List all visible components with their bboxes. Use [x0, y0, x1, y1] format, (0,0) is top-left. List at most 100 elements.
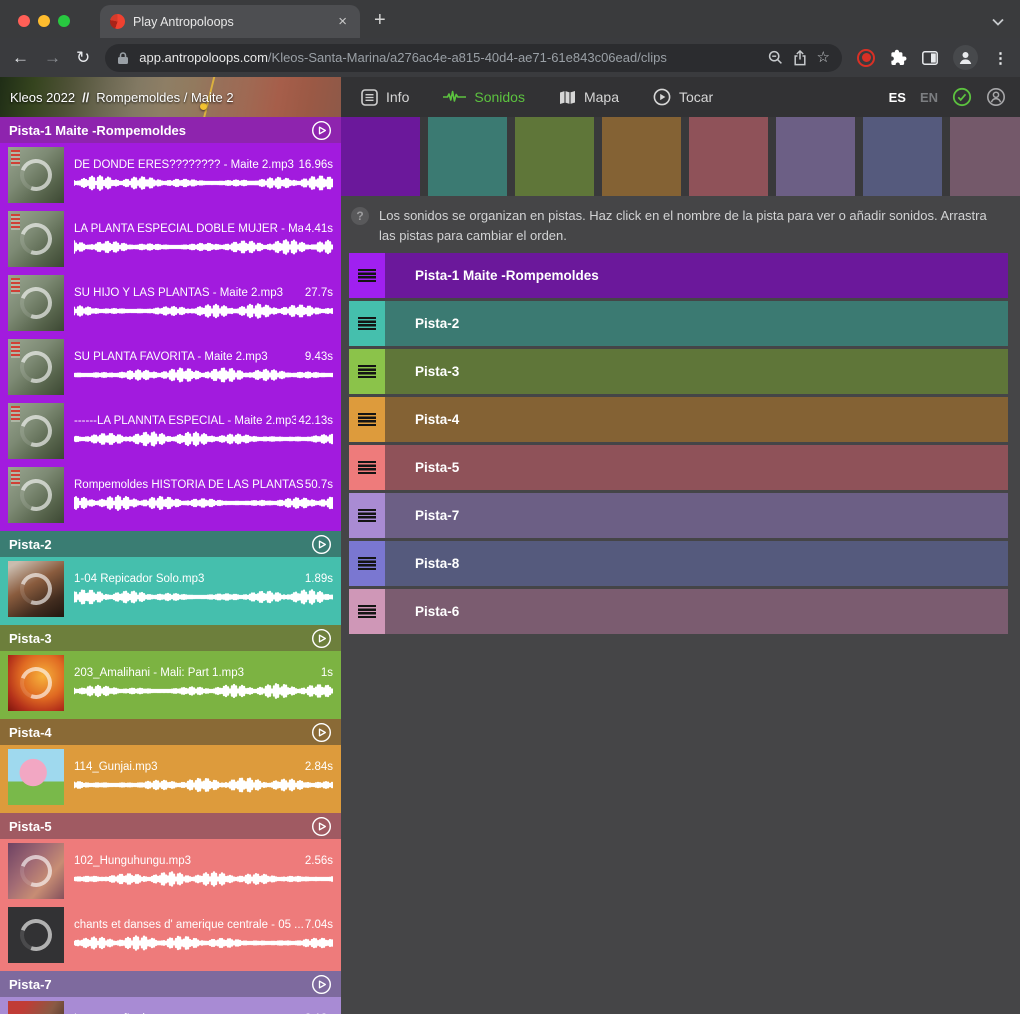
breadcrumb-session[interactable]: Rompemoldes / Maite 2	[96, 90, 233, 105]
clip-item[interactable]: LA PLANTA ESPECIAL DOBLE MUJER - Mai...4…	[0, 207, 341, 271]
new-tab-button[interactable]: +	[374, 10, 386, 30]
clip-body: 203_Amalihani - Mali: Part 1.mp31s	[74, 667, 333, 699]
clip-body: 1-04 Repicador Solo.mp31.89s	[74, 573, 333, 605]
clip-item[interactable]: SU HIJO Y LAS PLANTAS - Maite 2.mp327.7s	[0, 271, 341, 335]
track-row-label: Pista-7	[415, 508, 459, 523]
track-header[interactable]: Pista-5	[0, 813, 341, 839]
app-nav-bar: Kleos 2022 // Rompemoldes / Maite 2 Info…	[0, 77, 1020, 117]
drag-handle[interactable]	[349, 253, 385, 298]
tab-tocar[interactable]: Tocar	[653, 88, 713, 106]
extensions-puzzle-icon[interactable]	[890, 49, 907, 66]
drag-handle[interactable]	[349, 397, 385, 442]
track-header[interactable]: Pista-4	[0, 719, 341, 745]
check-circle-icon[interactable]	[952, 87, 972, 107]
clip-thumbnail	[8, 843, 64, 899]
tab-info-label: Info	[386, 89, 409, 105]
track-name: Pista-4	[9, 725, 311, 740]
close-window-button[interactable]	[18, 15, 30, 27]
tab-info[interactable]: Info	[361, 89, 409, 106]
bookmark-star-icon[interactable]: ☆	[817, 50, 830, 65]
clip-item[interactable]: chants et danses d' amerique centrale - …	[0, 903, 341, 967]
track-row[interactable]: Pista-6	[349, 589, 1008, 634]
clip-body: LA PLANTA ESPECIAL DOBLE MUJER - Mai...4…	[74, 223, 333, 255]
track-row[interactable]: Pista-1 Maite -Rompemoldes	[349, 253, 1008, 298]
clip-thumbnail	[8, 467, 64, 523]
clip-item[interactable]: Rompemoldes HISTORIA DE LAS PLANTAS...50…	[0, 463, 341, 527]
drag-handle-icon	[358, 269, 376, 282]
info-list-icon	[361, 89, 378, 106]
track-play-button[interactable]	[311, 628, 332, 649]
track-play-button[interactable]	[311, 534, 332, 555]
side-panel-icon[interactable]	[922, 51, 938, 65]
track-header[interactable]: Pista-1 Maite -Rompemoldes	[0, 117, 341, 143]
clip-item[interactable]: Las castañuelas3.13s	[0, 997, 341, 1014]
back-button[interactable]: ←	[12, 49, 29, 66]
sidebar-track-section: Pista-1 Maite -RompemoldesDE DONDE ERES?…	[0, 117, 341, 531]
track-play-button[interactable]	[311, 120, 332, 141]
track-play-button[interactable]	[311, 722, 332, 743]
record-extension-icon[interactable]	[857, 49, 875, 67]
track-header[interactable]: Pista-3	[0, 625, 341, 651]
track-row-label: Pista-1 Maite -Rompemoldes	[415, 268, 599, 283]
sidebar-track-section: Pista-7Las castañuelas3.13s	[0, 971, 341, 1014]
drag-handle[interactable]	[349, 301, 385, 346]
clip-item[interactable]: 114_Gunjai.mp32.84s	[0, 745, 341, 809]
forward-button[interactable]: →	[44, 49, 61, 66]
track-play-button[interactable]	[311, 816, 332, 837]
drag-handle[interactable]	[349, 589, 385, 634]
clip-title: chants et danses d' amerique centrale - …	[74, 919, 303, 931]
track-row[interactable]: Pista-3	[349, 349, 1008, 394]
breadcrumb[interactable]: Kleos 2022 // Rompemoldes / Maite 2	[0, 77, 341, 117]
clip-item[interactable]: SU PLANTA FAVORITA - Maite 2.mp39.43s	[0, 335, 341, 399]
drag-handle[interactable]	[349, 445, 385, 490]
browser-tab[interactable]: Play Antropoloops ×	[100, 5, 360, 38]
tab-mapa[interactable]: Mapa	[559, 89, 619, 105]
clip-duration: 42.13s	[298, 415, 333, 427]
track-row[interactable]: Pista-7	[349, 493, 1008, 538]
drag-handle[interactable]	[349, 541, 385, 586]
help-block: ? Los sonidos se organizan en pistas. Ha…	[351, 206, 990, 246]
clip-item[interactable]: 102_Hunguhungu.mp32.56s	[0, 839, 341, 903]
track-play-button[interactable]	[311, 974, 332, 995]
track-row[interactable]: Pista-4	[349, 397, 1008, 442]
track-row[interactable]: Pista-2	[349, 301, 1008, 346]
drag-handle[interactable]	[349, 493, 385, 538]
tab-close-icon[interactable]: ×	[335, 13, 350, 30]
tab-search-chevron-icon[interactable]	[992, 18, 1004, 26]
track-row[interactable]: Pista-8	[349, 541, 1008, 586]
track-header[interactable]: Pista-2	[0, 531, 341, 557]
breadcrumb-separator: //	[82, 90, 89, 105]
drag-handle[interactable]	[349, 349, 385, 394]
browser-toolbar: ← → ↻ app.antropoloops.com/Kleos-Santa-M…	[0, 38, 1020, 77]
clip-text-row: chants et danses d' amerique centrale - …	[74, 919, 333, 931]
clip-item[interactable]: 203_Amalihani - Mali: Part 1.mp31s	[0, 651, 341, 715]
kebab-menu-icon[interactable]: ⋮	[993, 49, 1008, 67]
clip-item[interactable]: 1-04 Repicador Solo.mp31.89s	[0, 557, 341, 621]
track-color-swatch	[776, 117, 855, 196]
tab-sonidos[interactable]: Sonidos	[443, 89, 525, 105]
language-en[interactable]: EN	[920, 90, 938, 105]
clip-thumbnail	[8, 147, 64, 203]
track-color-swatch	[341, 117, 420, 196]
clip-item[interactable]: ------LA PLANNTA ESPECIAL - Maite 2.mp34…	[0, 399, 341, 463]
maximize-window-button[interactable]	[58, 15, 70, 27]
track-row-label: Pista-3	[415, 364, 459, 379]
clip-text-row: SU PLANTA FAVORITA - Maite 2.mp39.43s	[74, 351, 333, 363]
profile-avatar[interactable]	[953, 45, 978, 70]
clip-item[interactable]: DE DONDE ERES???????? - Maite 2.mp316.96…	[0, 143, 341, 207]
track-row[interactable]: Pista-5	[349, 445, 1008, 490]
reload-button[interactable]: ↻	[76, 49, 90, 66]
clip-thumbnail	[8, 403, 64, 459]
zoom-icon[interactable]	[768, 50, 783, 65]
track-row-label: Pista-8	[415, 556, 459, 571]
track-header[interactable]: Pista-7	[0, 971, 341, 997]
language-es[interactable]: ES	[889, 90, 906, 105]
share-icon[interactable]	[793, 50, 807, 66]
clip-waveform	[74, 175, 333, 191]
breadcrumb-project[interactable]: Kleos 2022	[10, 90, 75, 105]
lock-icon[interactable]	[117, 51, 129, 65]
account-icon[interactable]	[986, 87, 1006, 107]
minimize-window-button[interactable]	[38, 15, 50, 27]
clip-title: SU HIJO Y LAS PLANTAS - Maite 2.mp3	[74, 287, 303, 299]
address-bar[interactable]: app.antropoloops.com/Kleos-Santa-Marina/…	[105, 44, 842, 72]
